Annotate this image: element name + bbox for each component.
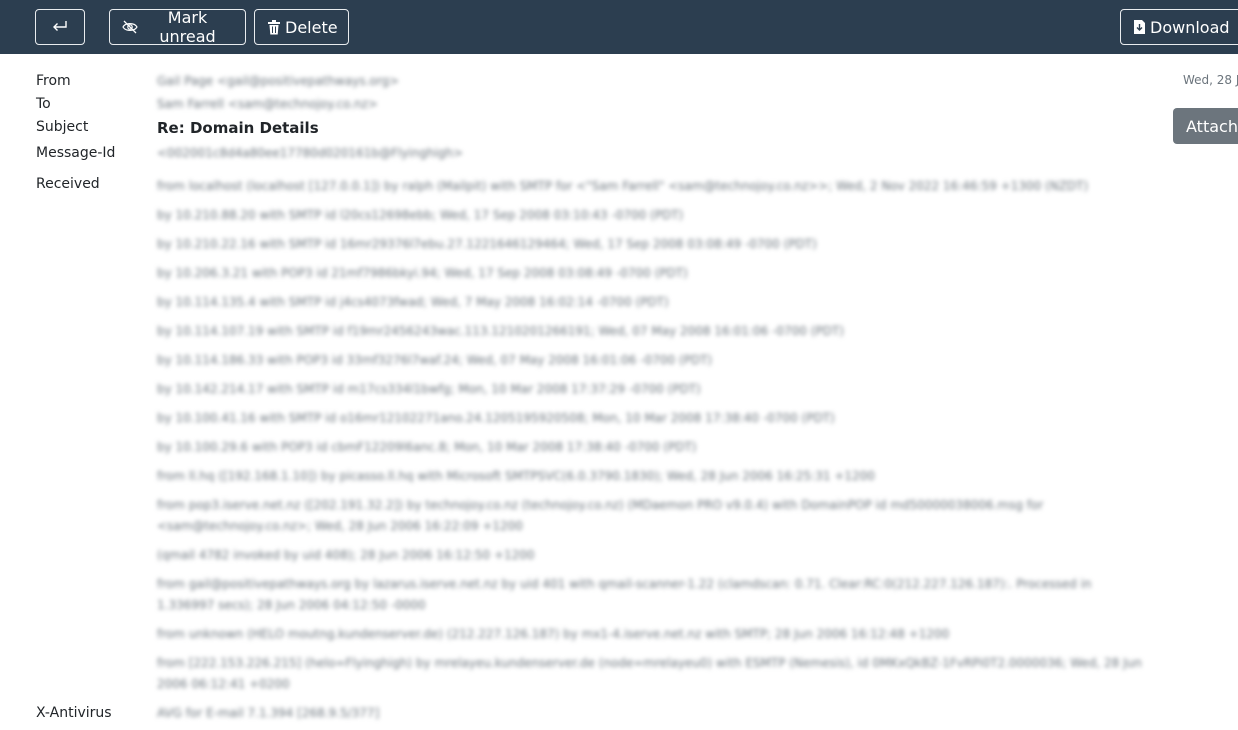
subject-value: Re: Domain Details bbox=[157, 119, 319, 137]
message-date: Wed, 28 J bbox=[1183, 73, 1238, 87]
attachments-button[interactable]: Attachm bbox=[1173, 108, 1238, 144]
x-antivirus-value: AVG for E-mail 7.1.394 [268.9.5/377] bbox=[157, 706, 380, 720]
received-line: by 10.114.107.19 with SMTP id f19mr24562… bbox=[157, 324, 844, 338]
return-arrow-icon bbox=[51, 20, 69, 34]
received-line: by 10.100.41.16 with SMTP id o16mr121022… bbox=[157, 411, 835, 425]
trash-icon bbox=[267, 19, 281, 35]
received-line: by 10.142.214.17 with SMTP id m17cs334l1… bbox=[157, 382, 701, 396]
download-button[interactable]: Download bbox=[1120, 9, 1238, 45]
delete-label: Delete bbox=[285, 17, 338, 37]
delete-button[interactable]: Delete bbox=[254, 9, 349, 45]
eye-slash-icon bbox=[122, 20, 138, 34]
back-button[interactable] bbox=[35, 9, 85, 45]
received-line: from ll.hq ([192.168.1.10]) by picasso.l… bbox=[157, 469, 875, 483]
download-label: Download bbox=[1150, 17, 1230, 37]
mark-unread-button[interactable]: Mark unread bbox=[109, 8, 246, 46]
to-label: To bbox=[36, 96, 51, 112]
received-line: from pop3.iserve.net.nz ([202.191.32.2])… bbox=[157, 498, 1044, 533]
received-line: from localhost (localhost [127.0.0.1]) b… bbox=[157, 179, 1089, 193]
attachments-label: Attachm bbox=[1186, 116, 1238, 136]
received-label: Received bbox=[36, 176, 100, 192]
mark-unread-label: Mark unread bbox=[159, 8, 216, 46]
to-value: Sam Farrell <sam@technojoy.co.nz> bbox=[157, 97, 378, 111]
from-label: From bbox=[36, 73, 71, 89]
subject-label: Subject bbox=[36, 119, 89, 135]
received-line: by 10.210.22.16 with SMTP id 16mr29376l7… bbox=[157, 237, 817, 251]
received-line: by 10.114.186.33 with POP3 id 33mf3276l7… bbox=[157, 353, 713, 367]
received-list: from localhost (localhost [127.0.0.1]) b… bbox=[157, 176, 1147, 703]
received-line: (qmail 4782 invoked by uid 408); 28 Jun … bbox=[157, 548, 535, 562]
message-id-value: <002001c8d4a80ee17780d020161b@Flyinghigh… bbox=[157, 146, 464, 160]
message-toolbar: Mark unread Delete Download bbox=[0, 0, 1238, 54]
from-value: Gail Page <gail@positivepathways.org> bbox=[157, 74, 400, 88]
file-download-icon bbox=[1133, 19, 1146, 35]
x-antivirus-label: X-Antivirus bbox=[36, 705, 112, 721]
received-line: from unknown (HELO moutng.kundenserver.d… bbox=[157, 627, 950, 641]
message-id-label: Message-Id bbox=[36, 145, 116, 161]
received-line: from [222.153.226.215] (helo=Flyinghigh)… bbox=[157, 656, 1142, 691]
received-line: by 10.100.29.6 with POP3 id cbmF12209l6a… bbox=[157, 440, 697, 454]
received-line: by 10.206.3.21 with POP3 id 21mf7986bkyi… bbox=[157, 266, 688, 280]
received-line: by 10.210.88.20 with SMTP id l20cs12698e… bbox=[157, 208, 684, 222]
received-line: by 10.114.135.4 with SMTP id j4cs4073fwa… bbox=[157, 295, 669, 309]
received-line: from gail@positivepathways.org by lazaru… bbox=[157, 577, 1092, 612]
